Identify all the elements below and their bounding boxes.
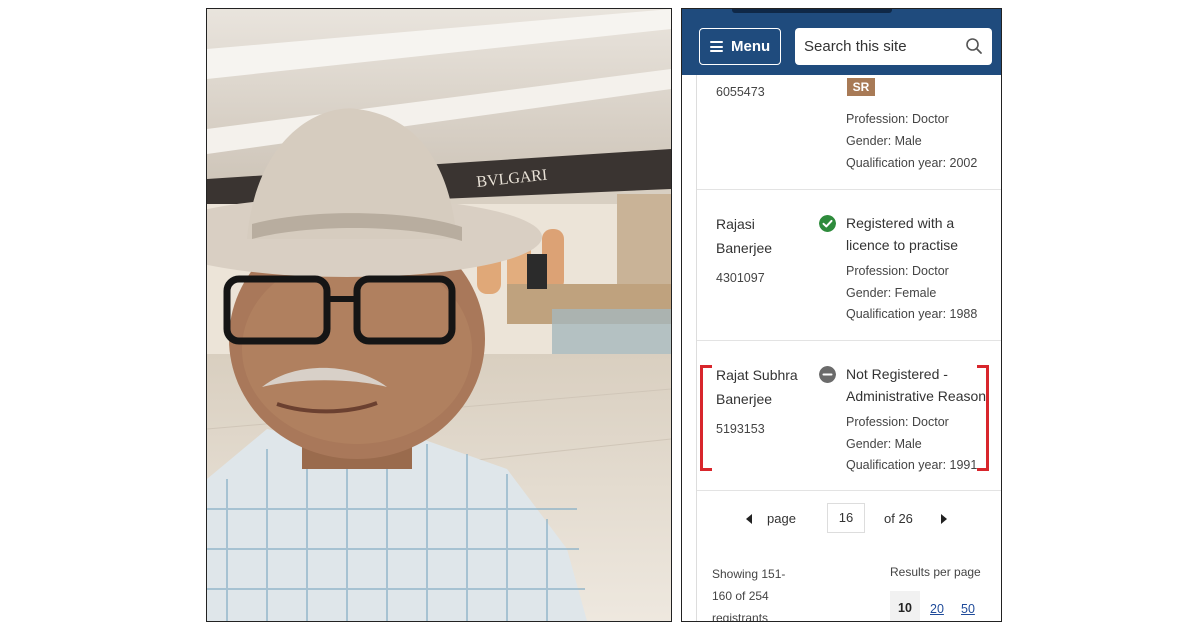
profession-text: Profession: Doctor [846,415,949,429]
gender-text: Gender: Male [846,134,922,148]
divider [697,490,1001,491]
qualification-text: Qualification year: 1988 [846,307,978,321]
results-summary-line2: 160 of 254 [712,589,769,603]
results-list: 6055473 SR Profession: Doctor Gender: Ma… [696,75,1001,622]
results-per-page-option[interactable]: 20 [930,602,944,616]
gender-text: Gender: Male [846,437,922,451]
profession-text: Profession: Doctor [846,264,949,278]
search-input[interactable]: Search this site [795,28,992,65]
highlight-bracket-left [700,365,712,471]
search-placeholder: Search this site [804,38,907,55]
pagination: page 16 of 26 [697,503,1001,535]
registration-number: 5193153 [716,422,765,436]
check-circle-icon [819,215,836,232]
arrow-left-icon[interactable] [744,513,754,525]
profession-text: Profession: Doctor [846,112,949,126]
registrant-name-line2[interactable]: Banerjee [716,387,772,411]
minus-circle-icon [819,366,836,383]
status-strip [732,9,892,13]
registration-status-line2: Administrative Reason [846,388,987,404]
results-per-page-option-selected[interactable]: 10 [890,591,920,621]
registration-number: 6055473 [716,85,765,99]
registrant-name-line1[interactable]: Rajasi [716,212,755,236]
qualification-text: Qualification year: 2002 [846,156,978,170]
arrow-right-icon[interactable] [939,513,949,525]
qualification-text: Qualification year: 1991 [846,458,978,472]
registration-status-line1: Not Registered - [846,366,948,382]
selfie-photo: BVLGARI [206,8,672,622]
status-badge: SR [847,78,875,96]
results-summary-line1: Showing 151- [712,567,786,581]
composite-canvas: BVLGARI Menu Search this site 6055473 SR… [192,0,1007,628]
results-summary-line3: registrants [712,611,769,622]
list-item-highlighted[interactable]: Rajat Subhra Banerjee 5193153 Not Regist… [697,341,1001,491]
page-number-input[interactable]: 16 [827,503,865,533]
registration-status-line1: Registered with a [846,215,955,231]
highlight-bracket-right [977,365,989,471]
results-per-page-option[interactable]: 50 [961,602,975,616]
menu-label: Menu [731,38,771,55]
registrant-name-line1[interactable]: Rajat Subhra [716,363,798,387]
gender-text: Gender: Female [846,286,937,300]
results-summary: Showing 151- 160 of 254 registrants [712,563,802,622]
menu-button[interactable]: Menu [699,28,781,65]
list-item[interactable]: Rajasi Banerjee 4301097 Registered with … [697,190,1001,341]
list-item[interactable]: 6055473 SR Profession: Doctor Gender: Ma… [697,75,1001,190]
registration-number: 4301097 [716,271,765,285]
search-icon[interactable] [965,37,983,55]
registrant-name-line2[interactable]: Banerjee [716,236,772,260]
registration-status-line2: licence to practise [846,237,959,253]
photo-illustration: BVLGARI [207,9,671,621]
results-per-page-label: Results per page [890,565,981,579]
page-label: page [767,511,796,526]
site-header: Menu Search this site [682,9,1001,75]
page-total: of 26 [884,511,913,526]
hamburger-icon [710,41,723,52]
register-search-screenshot: Menu Search this site 6055473 SR Profess… [681,8,1002,622]
